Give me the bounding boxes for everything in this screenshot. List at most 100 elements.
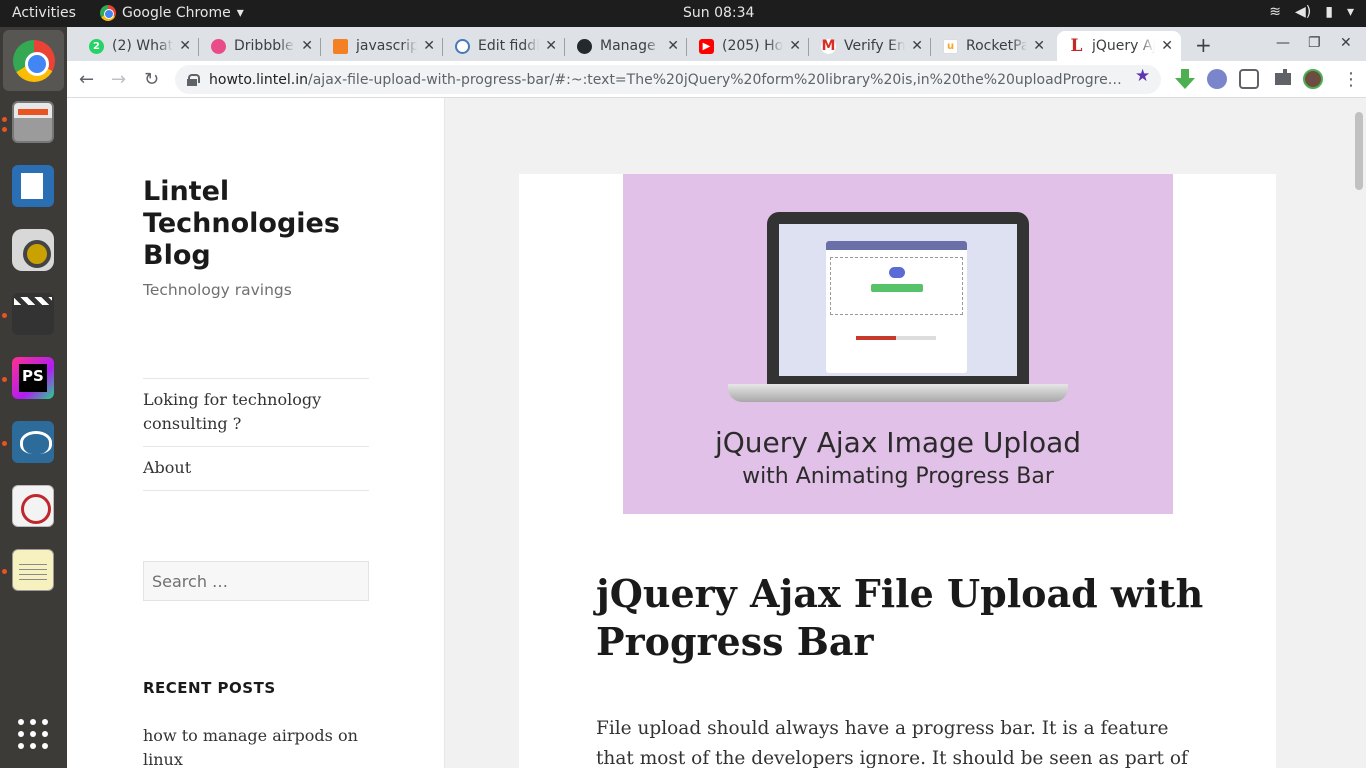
search-input[interactable] xyxy=(143,561,369,601)
dribbble-icon xyxy=(211,38,226,54)
stackoverflow-icon xyxy=(333,38,348,54)
system-tray[interactable]: ≋ ◀) ▮ ▾ xyxy=(1269,4,1354,20)
chrome-icon xyxy=(100,5,116,21)
scrollbar-thumb[interactable] xyxy=(1355,112,1363,190)
running-indicator xyxy=(2,441,7,446)
tab-rocketpay[interactable]: u RocketPay ✕ xyxy=(931,31,1053,61)
running-indicator xyxy=(2,127,7,132)
tab-jsfiddle[interactable]: Edit fiddle ✕ xyxy=(443,31,565,61)
more-menu-icon[interactable]: ⋮ xyxy=(1342,69,1360,90)
clapperboard-icon xyxy=(12,293,54,335)
tab-whatsapp[interactable]: 2 (2) WhatsApp ✕ xyxy=(77,31,199,61)
forward-button[interactable]: → xyxy=(111,69,126,90)
bookmark-star-icon[interactable]: ★ xyxy=(1135,66,1150,86)
cloud-upload-icon xyxy=(889,267,905,278)
tab-title: RocketPay xyxy=(966,38,1028,54)
extension-icon[interactable] xyxy=(1207,69,1227,89)
running-indicator xyxy=(2,313,7,318)
close-icon[interactable]: ✕ xyxy=(301,38,313,54)
tab-title: jQuery Ajax xyxy=(1092,38,1156,54)
dock-video-editor[interactable] xyxy=(8,289,58,339)
youtube-icon: ▶ xyxy=(699,38,714,54)
profile-avatar[interactable] xyxy=(1303,69,1323,89)
close-icon[interactable]: ✕ xyxy=(545,38,557,54)
close-icon[interactable]: ✕ xyxy=(179,38,191,54)
writer-icon xyxy=(12,165,54,207)
recent-posts-heading: RECENT POSTS xyxy=(143,679,276,697)
tab-stackoverflow[interactable]: javascript ✕ xyxy=(321,31,443,61)
dock-speaker[interactable] xyxy=(8,225,58,275)
tab-dribbble[interactable]: Dribbble ✕ xyxy=(199,31,321,61)
dock-phpstorm[interactable]: PS xyxy=(8,353,58,403)
tab-github[interactable]: Manage ✕ xyxy=(565,31,687,61)
clock[interactable]: Sun 08:34 xyxy=(683,5,754,21)
close-window-button[interactable]: ✕ xyxy=(1340,35,1352,51)
hero-title: jQuery Ajax Image Upload xyxy=(714,426,1082,459)
dock-files[interactable] xyxy=(8,97,58,147)
whatsapp-icon: 2 xyxy=(89,38,104,54)
dock-text-editor[interactable] xyxy=(8,545,58,595)
tab-title: Dribbble xyxy=(234,38,294,54)
browser-toolbar: ← → ↻ howto.lintel.in /ajax-file-upload-… xyxy=(67,61,1366,98)
gmail-icon: M xyxy=(821,38,836,54)
article-card: jQuery Ajax Image Upload with Animating … xyxy=(519,174,1276,768)
blog-sidebar: Lintel Technologies Blog Technology ravi… xyxy=(67,98,445,768)
tab-title: Manage xyxy=(600,38,656,54)
pdf-reader-icon xyxy=(12,485,54,527)
volume-icon: ◀) xyxy=(1295,4,1312,20)
webpage: Lintel Technologies Blog Technology ravi… xyxy=(67,98,1366,768)
dock-mysql-workbench[interactable] xyxy=(8,417,58,467)
tab-gmail[interactable]: M Verify Email ✕ xyxy=(809,31,931,61)
tab-youtube[interactable]: ▶ (205) How ✕ xyxy=(687,31,809,61)
post-body: File upload should always have a progres… xyxy=(596,718,1188,768)
close-icon[interactable]: ✕ xyxy=(789,38,801,54)
progress-bar-illustration xyxy=(856,336,936,340)
close-icon[interactable]: ✕ xyxy=(423,38,435,54)
dock-chrome[interactable] xyxy=(3,30,64,91)
tab-title: (205) How xyxy=(722,38,784,54)
activities-button[interactable]: Activities xyxy=(12,5,76,21)
page-scrollbar[interactable] xyxy=(1352,98,1366,768)
puzzle-extensions-icon[interactable] xyxy=(1275,69,1291,85)
minimize-button[interactable]: — xyxy=(1276,35,1290,51)
url-host: howto.lintel.in xyxy=(209,71,309,88)
new-tab-button[interactable]: + xyxy=(1195,33,1212,57)
site-title[interactable]: Lintel Technologies Blog xyxy=(143,176,363,272)
chrome-icon xyxy=(12,39,55,82)
menu-item-consulting[interactable]: Loking for technology consulting ? xyxy=(143,379,369,447)
download-extension-icon[interactable] xyxy=(1175,69,1195,89)
sidebar-menu: Loking for technology consulting ? About xyxy=(143,378,369,491)
app-menu-label: Google Chrome xyxy=(122,5,231,21)
laptop-illustration xyxy=(767,212,1029,384)
dock-writer[interactable] xyxy=(8,161,58,211)
back-button[interactable]: ← xyxy=(79,69,94,90)
running-indicator xyxy=(2,377,7,382)
close-icon[interactable]: ✕ xyxy=(1161,38,1173,54)
running-indicator xyxy=(2,569,7,574)
reload-button[interactable]: ↻ xyxy=(144,69,159,90)
lintel-icon: L xyxy=(1069,36,1084,56)
close-icon[interactable]: ✕ xyxy=(1033,38,1045,54)
app-menu[interactable]: Google Chrome ▾ xyxy=(100,5,244,21)
featured-image: jQuery Ajax Image Upload with Animating … xyxy=(623,174,1173,514)
reading-list-icon[interactable] xyxy=(1239,69,1259,89)
address-bar[interactable]: howto.lintel.in /ajax-file-upload-with-p… xyxy=(175,65,1161,94)
show-applications-button[interactable] xyxy=(8,709,58,759)
menu-item-about[interactable]: About xyxy=(143,447,369,491)
maximize-button[interactable]: ❐ xyxy=(1308,35,1321,51)
lock-icon[interactable] xyxy=(187,73,200,86)
dock-pdf-reader[interactable] xyxy=(8,481,58,531)
running-indicator xyxy=(2,117,7,122)
post-title: jQuery Ajax File Upload with Progress Ba… xyxy=(596,571,1204,664)
hero-subtitle: with Animating Progress Bar xyxy=(742,464,1054,489)
system-top-bar: Activities Google Chrome ▾ Sun 08:34 ≋ ◀… xyxy=(0,0,1366,27)
chevron-down-icon: ▾ xyxy=(1346,4,1354,20)
tab-title: javascript xyxy=(356,38,418,54)
url-path: /ajax-file-upload-with-progress-bar/#:~:… xyxy=(308,71,1129,88)
wifi-icon: ≋ xyxy=(1269,4,1282,20)
close-icon[interactable]: ✕ xyxy=(911,38,923,54)
recent-post-link[interactable]: how to manage airpods on linux xyxy=(143,724,369,768)
tab-jquery-ajax[interactable]: L jQuery Ajax ✕ xyxy=(1057,31,1181,61)
close-icon[interactable]: ✕ xyxy=(667,38,679,54)
app-grid-icon xyxy=(18,719,48,749)
